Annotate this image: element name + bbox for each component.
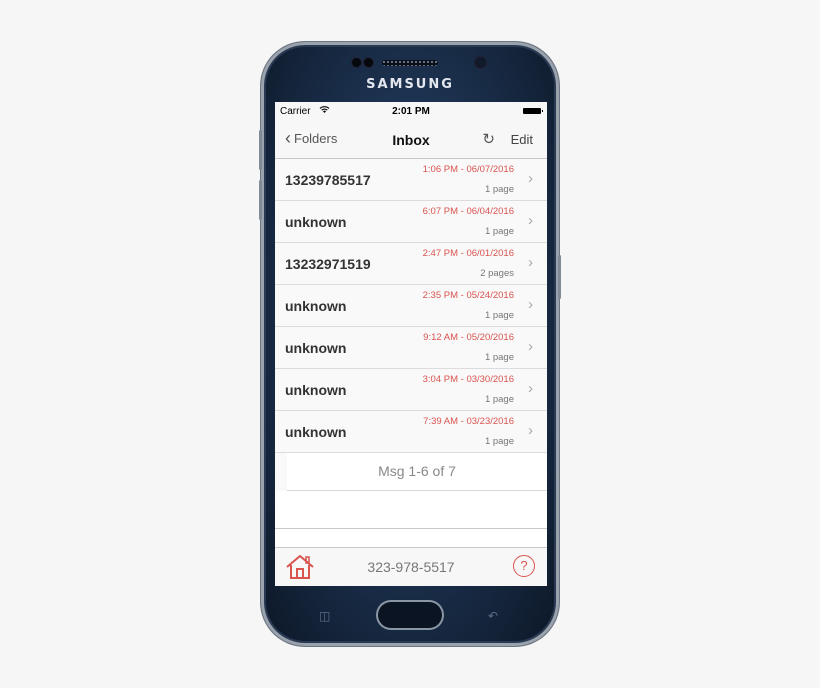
- side-button-left-2: [259, 180, 262, 220]
- message-row[interactable]: unknown 2:35 PM - 05/24/2016 1 page ›: [275, 285, 547, 327]
- message-pages: 1 page: [484, 184, 514, 195]
- message-sender: unknown: [285, 214, 347, 230]
- recent-apps-icon[interactable]: ◫: [319, 609, 330, 623]
- message-row[interactable]: unknown 3:04 PM - 03/30/2016 1 page ›: [275, 369, 547, 411]
- hardware-home-button[interactable]: [378, 602, 442, 628]
- front-camera: [475, 57, 486, 68]
- chevron-right-icon: ›: [528, 170, 533, 187]
- side-button-right: [558, 255, 561, 299]
- message-pages: 1 page: [484, 394, 514, 405]
- message-datetime: 2:35 PM - 05/24/2016: [422, 290, 514, 301]
- message-datetime: 3:04 PM - 03/30/2016: [422, 374, 514, 385]
- message-sender: unknown: [285, 298, 347, 314]
- chevron-right-icon: ›: [528, 212, 533, 229]
- refresh-icon[interactable]: ↻: [482, 130, 495, 148]
- device-brand: SAMSUNG: [366, 77, 454, 92]
- chevron-right-icon: ›: [528, 422, 533, 439]
- message-row[interactable]: unknown 9:12 AM - 05/20/2016 1 page ›: [275, 327, 547, 369]
- status-time: 2:01 PM: [392, 106, 430, 117]
- message-datetime: 6:07 PM - 06/04/2016: [422, 206, 514, 217]
- message-pages: 1 page: [484, 352, 514, 363]
- chevron-right-icon: ›: [528, 296, 533, 313]
- sensor-left: [352, 58, 361, 67]
- battery-icon: [523, 108, 543, 114]
- page-title: Inbox: [392, 132, 430, 148]
- message-pages: 1 page: [484, 436, 514, 447]
- message-pages: 2 pages: [480, 268, 514, 279]
- question-circle-icon[interactable]: ?: [513, 555, 535, 577]
- message-row[interactable]: unknown 6:07 PM - 06/04/2016 1 page ›: [275, 201, 547, 243]
- fax-number: 323-978-5517: [367, 559, 455, 575]
- message-sender: unknown: [285, 424, 347, 440]
- message-row[interactable]: 13239785517 1:06 PM - 06/07/2016 1 page …: [275, 159, 547, 201]
- message-sender: 13239785517: [285, 172, 371, 188]
- side-button-left: [259, 130, 262, 170]
- message-datetime: 1:06 PM - 06/07/2016: [422, 164, 514, 175]
- message-datetime: 9:12 AM - 05/20/2016: [423, 332, 514, 343]
- navigation-bar: ‹ Folders Inbox ↻ Edit: [275, 120, 547, 159]
- message-sender: 13232971519: [285, 256, 371, 272]
- list-spacer: [275, 491, 547, 529]
- message-row[interactable]: unknown 7:39 AM - 03/23/2016 1 page ›: [275, 411, 547, 453]
- earpiece-speaker: [382, 60, 438, 66]
- bottom-toolbar: 323-978-5517 ?: [275, 547, 547, 586]
- chevron-right-icon: ›: [528, 338, 533, 355]
- message-row[interactable]: 13232971519 2:47 PM - 06/01/2016 2 pages…: [275, 243, 547, 285]
- message-datetime: 2:47 PM - 06/01/2016: [422, 248, 514, 259]
- message-sender: unknown: [285, 340, 347, 356]
- chevron-right-icon: ›: [528, 380, 533, 397]
- message-list: 13239785517 1:06 PM - 06/07/2016 1 page …: [275, 159, 547, 529]
- message-sender: unknown: [285, 382, 347, 398]
- message-datetime: 7:39 AM - 03/23/2016: [423, 416, 514, 427]
- sensor-left-2: [364, 58, 373, 67]
- app-screen: Carrier 2:01 PM ‹ Folders Inbox ↻ Edit 1…: [275, 102, 547, 586]
- message-pages: 1 page: [484, 226, 514, 237]
- chevron-right-icon: ›: [528, 254, 533, 271]
- message-pages: 1 page: [484, 310, 514, 321]
- back-key-icon[interactable]: ↶: [488, 609, 498, 623]
- edit-button[interactable]: Edit: [511, 132, 533, 147]
- status-bar: Carrier 2:01 PM: [275, 102, 547, 120]
- message-count-summary: Msg 1-6 of 7: [287, 453, 547, 491]
